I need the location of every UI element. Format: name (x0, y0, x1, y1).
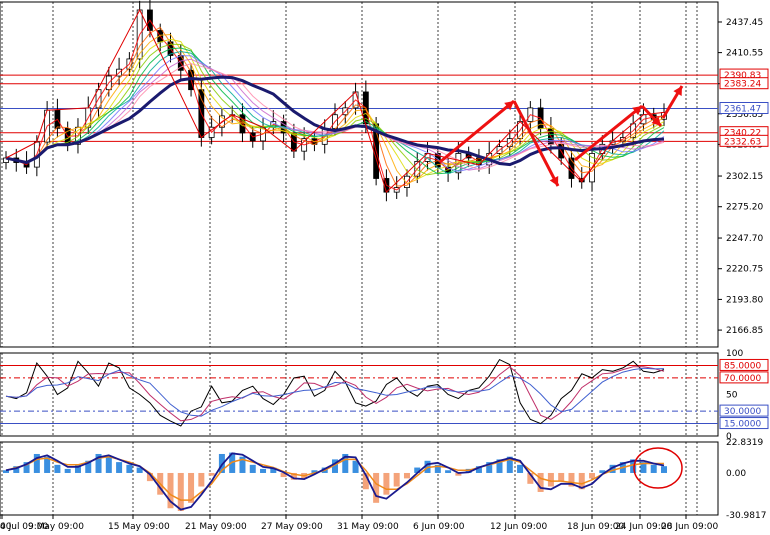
macd-hist-bar (661, 466, 667, 473)
panel-frame (0, 1, 719, 348)
y-tick-label: 2437.45 (726, 18, 763, 28)
y-tick-label: 2302.15 (726, 172, 763, 182)
macd-hist-bar (177, 472, 184, 511)
osc-level-tag: 30.0000 (724, 407, 761, 417)
osc-level-tag: 70.0000 (724, 374, 761, 384)
osc-y-tick-label: 100 (726, 349, 743, 359)
macd-y-tick-label: 0.00 (726, 469, 746, 479)
x-tick-label: 27 May 09:00 (261, 522, 323, 532)
macd-hist-bar (54, 464, 61, 473)
macd-hist-bar (373, 472, 380, 503)
x-tick-label: 4 Jul 09:00 (0, 522, 49, 532)
chart-root: 2437.452410.552383.242356.852329.952302.… (0, 0, 770, 535)
osc-line-slow (5, 367, 665, 417)
macd-hist-bar (517, 464, 524, 473)
macd-hist-bar (198, 472, 205, 487)
osc-level-tag: 15.0000 (724, 420, 761, 430)
macd-hist-bar (249, 464, 256, 473)
panel-frame (0, 441, 719, 516)
osc-y-tick-label: 50 (726, 391, 738, 401)
price-tag-label: 2332.63 (724, 137, 761, 147)
macd-hist-bar (393, 472, 400, 487)
osc-line-signal (5, 366, 665, 422)
zigzag-line (5, 8, 665, 194)
x-tick-label: 12 Jun 09:00 (490, 522, 547, 532)
y-tick-label: 2247.70 (726, 234, 763, 244)
macd-hist-bar (589, 472, 596, 479)
x-tick-label: 6 Jun 09:00 (413, 522, 465, 532)
macd-hist-bar (445, 470, 452, 473)
macd-hist-bar (547, 472, 554, 487)
macd-hist-bar (558, 472, 565, 482)
x-tick-label: 31 May 09:00 (337, 522, 399, 532)
osc-level-tag: 85.0000 (724, 361, 761, 371)
y-tick-label: 2275.20 (726, 203, 763, 213)
x-tick-label: 28 Jun 09:00 (661, 522, 718, 532)
x-tick-label: 21 May 09:00 (185, 522, 247, 532)
trend-arrow-shaft (439, 99, 515, 164)
macd-hist-bar (403, 472, 410, 479)
macd-hist-bar (383, 472, 390, 495)
macd-y-tick-label: 22.8319 (726, 438, 763, 448)
y-tick-label: 2166.85 (726, 326, 763, 336)
macd-hist-bar (650, 464, 657, 473)
y-tick-label: 2220.75 (726, 265, 763, 275)
price-tag-label: 2383.24 (724, 80, 761, 90)
osc-line-main (5, 358, 665, 427)
macd-y-tick-label: -30.9817 (726, 511, 766, 521)
macd-hist-bar (64, 468, 71, 473)
macd-hist-bar (126, 464, 133, 473)
macd-hist-bar (116, 462, 123, 473)
chart-svg: 2437.452410.552383.242356.852329.952302.… (0, 0, 769, 532)
macd-hist-bar (260, 468, 267, 473)
x-tick-label: 15 May 09:00 (108, 522, 170, 532)
macd-hist-bar (105, 456, 112, 473)
price-tag-label: 2361.47 (724, 104, 761, 114)
y-tick-label: 2410.55 (726, 49, 763, 59)
macd-hist-bar (208, 472, 215, 476)
y-tick-label: 2193.80 (726, 295, 763, 305)
